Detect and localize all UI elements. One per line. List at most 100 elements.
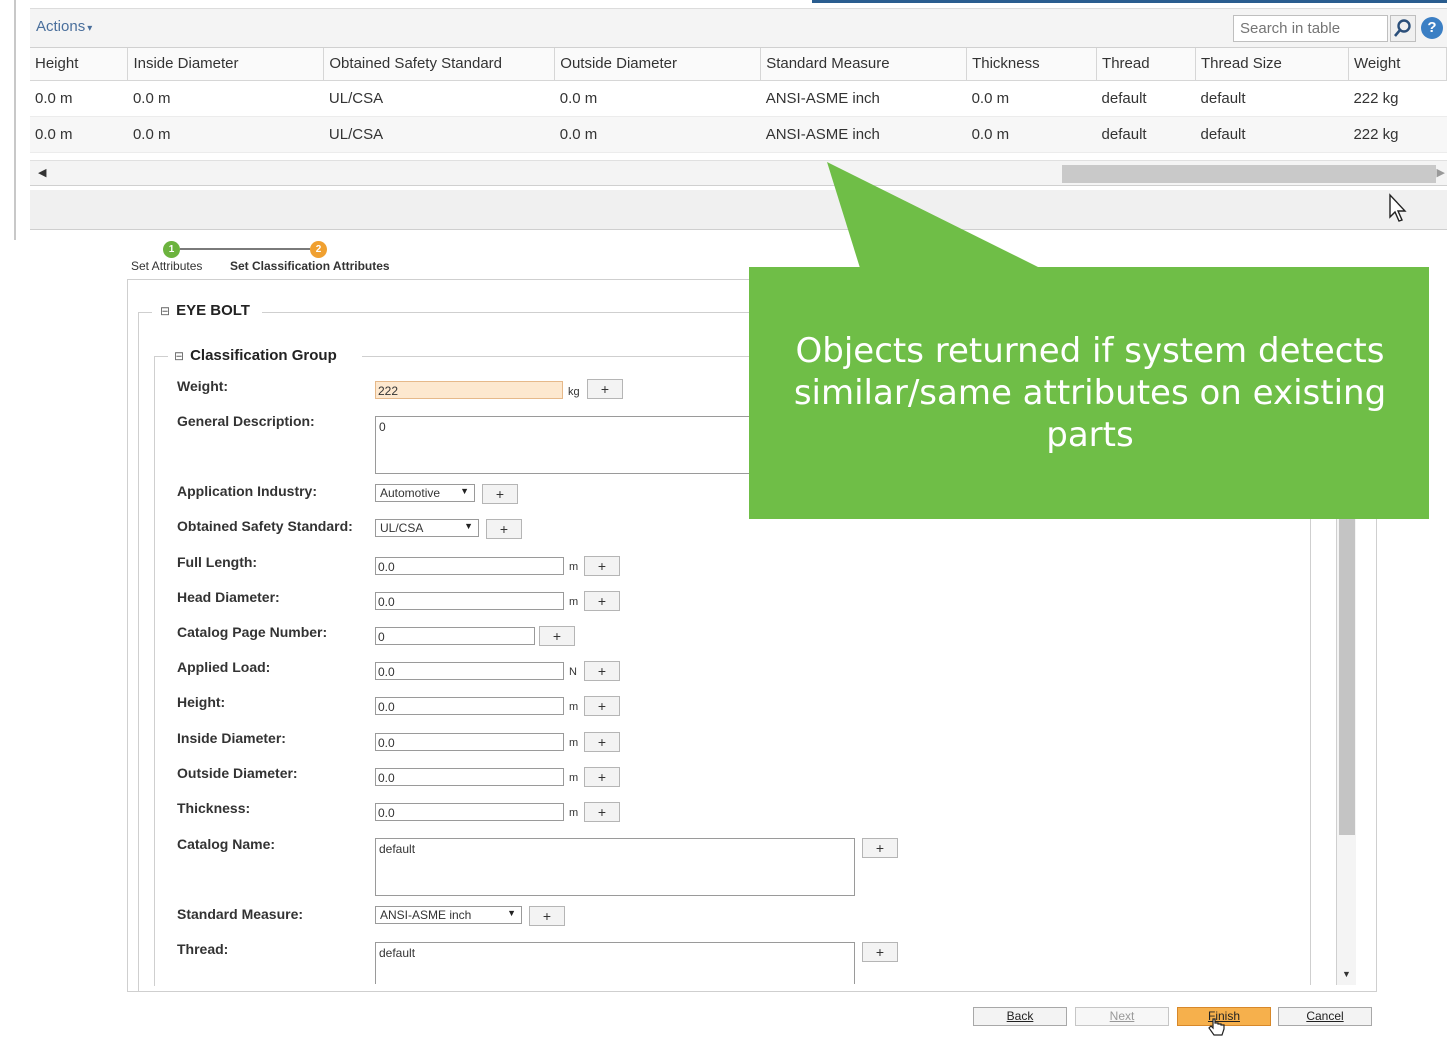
standard-measure-select[interactable]: ANSI-ASME inch ▼ [375, 906, 522, 924]
application-industry-select[interactable]: Automotive ▼ [375, 484, 475, 502]
applied-load-label: Applied Load: [177, 659, 271, 675]
fieldset-border [362, 356, 752, 357]
back-button[interactable]: Back [973, 1007, 1067, 1026]
column-header[interactable]: Height [30, 48, 129, 81]
scroll-down-icon[interactable]: ▼ [1342, 969, 1351, 979]
standard-measure-value: ANSI-ASME inch [380, 908, 472, 922]
column-header[interactable]: Thread [1096, 48, 1197, 81]
inside-diameter-add-button[interactable]: + [584, 732, 620, 752]
table-cell: 0.0 m [127, 80, 324, 117]
header-accent-bar [812, 0, 1447, 3]
table-cell: default [1195, 116, 1349, 153]
standard-measure-add-button[interactable]: + [529, 906, 565, 926]
actions-label: Actions [36, 18, 86, 35]
column-header[interactable]: Thickness [966, 48, 1098, 81]
thread-add-button[interactable]: + [862, 942, 898, 962]
application-industry-add-button[interactable]: + [482, 484, 518, 504]
column-header[interactable]: Thread Size [1195, 48, 1349, 81]
mouse-pointer-icon [1389, 193, 1407, 222]
obtained-safety-standard-value: UL/CSA [380, 521, 424, 535]
chevron-down-icon: ▼ [507, 908, 516, 918]
table-row[interactable]: 0.0 m 0.0 m UL/CSA 0.0 m ANSI-ASME inch … [30, 80, 1447, 117]
group-title-text: Classification Group [190, 347, 337, 364]
catalog-page-number-input[interactable]: 0 [375, 627, 535, 645]
full-length-unit: m [569, 561, 579, 573]
callout-text: Objects returned if system detects simil… [793, 331, 1387, 455]
fieldset-border [138, 312, 152, 313]
step-1-icon[interactable]: 1 [163, 241, 180, 258]
column-header[interactable]: Outside Diameter [554, 48, 762, 81]
step-label-set-attributes[interactable]: Set Attributes [131, 259, 202, 273]
standard-measure-label: Standard Measure: [177, 906, 304, 922]
scrollbar-thumb[interactable] [1062, 165, 1436, 183]
column-header[interactable]: Inside Diameter [127, 48, 325, 81]
full-length-add-button[interactable]: + [584, 556, 620, 576]
table-cell: 222 kg [1348, 80, 1447, 117]
catalog-name-textarea[interactable]: default [375, 838, 855, 896]
general-description-textarea[interactable]: 0 [375, 416, 755, 474]
table-cell: default [1096, 80, 1196, 117]
column-header[interactable]: Weight [1348, 48, 1447, 81]
table-cell: 0.0 m [554, 116, 761, 153]
inside-diameter-label: Inside Diameter: [177, 730, 286, 746]
outside-diameter-add-button[interactable]: + [584, 767, 620, 787]
collapse-icon[interactable]: ⊟ [160, 304, 170, 318]
fieldset-border [138, 312, 139, 992]
search-icon[interactable] [1390, 15, 1416, 42]
head-diameter-unit: m [569, 596, 579, 608]
form-vertical-scrollbar[interactable]: ▼ [1336, 440, 1356, 985]
thickness-input[interactable]: 0.0 [375, 803, 564, 821]
weight-add-button[interactable]: + [587, 379, 623, 399]
horizontal-scrollbar[interactable]: ◀ ▶ [30, 160, 1447, 186]
collapse-icon[interactable]: ⊟ [174, 349, 184, 363]
applied-load-unit: N [569, 666, 577, 678]
weight-input[interactable]: 222 [375, 381, 563, 399]
table-cell: 0.0 m [554, 80, 761, 117]
thickness-unit: m [569, 807, 579, 819]
next-button[interactable]: Next [1075, 1007, 1169, 1026]
column-header[interactable]: Obtained Safety Standard [323, 48, 556, 81]
thickness-label: Thickness: [177, 800, 251, 816]
thread-textarea[interactable]: default [375, 942, 855, 984]
fieldset-border [262, 312, 752, 313]
group-title[interactable]: ⊟ Classification Group [174, 347, 343, 364]
head-diameter-add-button[interactable]: + [584, 591, 620, 611]
inside-diameter-input[interactable]: 0.0 [375, 733, 564, 751]
chevron-down-icon: ▼ [464, 521, 473, 531]
head-diameter-input[interactable]: 0.0 [375, 592, 564, 610]
actions-menu[interactable]: Actions ▾ [36, 18, 92, 35]
column-header[interactable]: Standard Measure [760, 48, 968, 81]
full-length-input[interactable]: 0.0 [375, 557, 564, 575]
help-icon[interactable]: ? [1421, 17, 1443, 39]
table-cell: 0.0 m [30, 116, 128, 153]
cancel-button[interactable]: Cancel [1278, 1007, 1372, 1026]
step-label-set-classification-attributes[interactable]: Set Classification Attributes [230, 259, 390, 273]
head-diameter-label: Head Diameter: [177, 589, 280, 605]
obtained-safety-standard-add-button[interactable]: + [486, 519, 522, 539]
chevron-down-icon: ▼ [460, 486, 469, 496]
weight-label: Weight: [177, 378, 229, 394]
applied-load-input[interactable]: 0.0 [375, 662, 564, 680]
thickness-add-button[interactable]: + [584, 802, 620, 822]
catalog-page-number-add-button[interactable]: + [539, 626, 575, 646]
height-add-button[interactable]: + [584, 696, 620, 716]
table-cell: 0.0 m [966, 80, 1097, 117]
panel-left-border [14, 0, 16, 240]
table-cell: 0.0 m [966, 116, 1097, 153]
outside-diameter-input[interactable]: 0.0 [375, 768, 564, 786]
obtained-safety-standard-select[interactable]: UL/CSA ▼ [375, 519, 479, 537]
step-2-icon[interactable]: 2 [310, 241, 327, 258]
scroll-right-icon[interactable]: ▶ [1437, 166, 1445, 179]
table-cell: 222 kg [1348, 116, 1447, 153]
general-description-label: General Description: [177, 413, 315, 429]
section-title[interactable]: ⊟ EYE BOLT [160, 302, 256, 319]
table-cell: UL/CSA [323, 116, 555, 153]
table-row[interactable]: 0.0 m 0.0 m UL/CSA 0.0 m ANSI-ASME inch … [30, 116, 1447, 153]
catalog-name-label: Catalog Name: [177, 836, 276, 852]
search-input[interactable] [1233, 15, 1388, 42]
height-input[interactable]: 0.0 [375, 697, 564, 715]
catalog-name-add-button[interactable]: + [862, 838, 898, 858]
applied-load-add-button[interactable]: + [584, 661, 620, 681]
scroll-left-icon[interactable]: ◀ [38, 166, 46, 179]
hand-pointer-icon [1208, 1018, 1225, 1036]
